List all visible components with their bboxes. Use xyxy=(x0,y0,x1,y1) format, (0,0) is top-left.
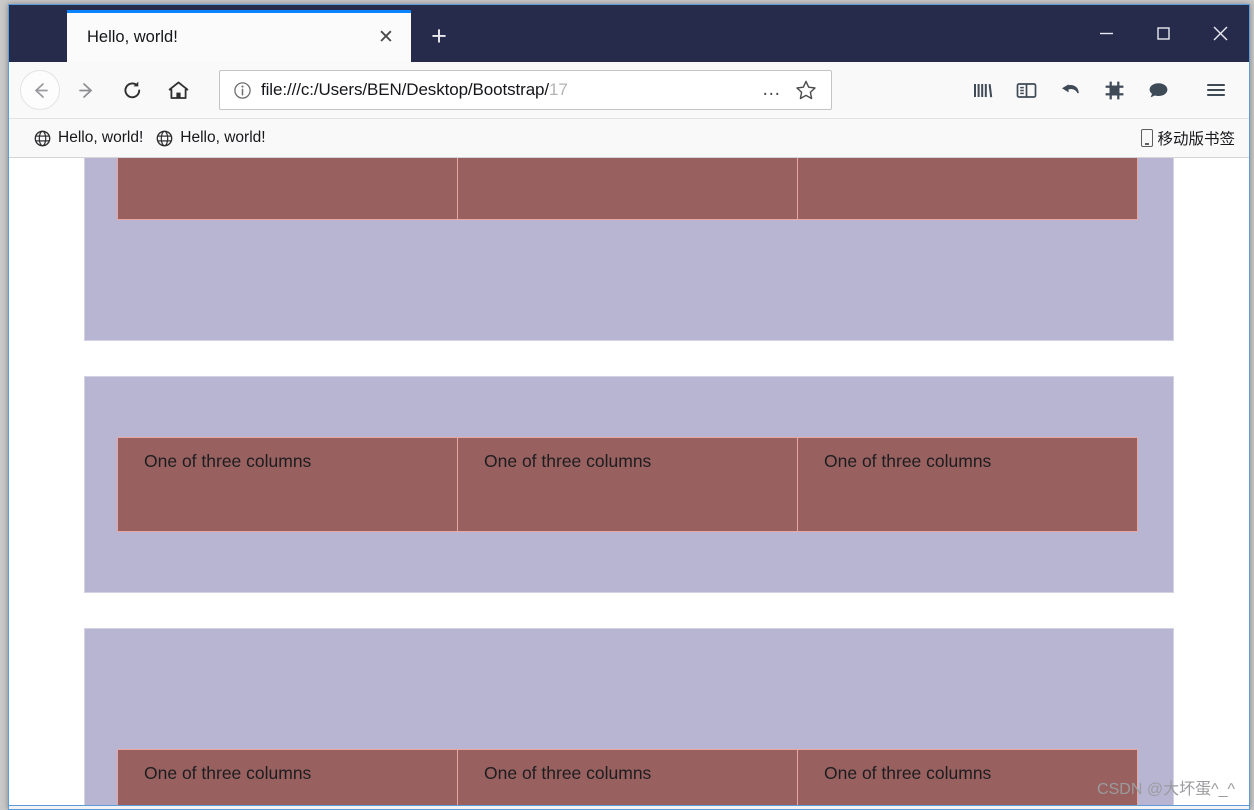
screenshot-icon[interactable] xyxy=(1092,70,1136,110)
globe-icon xyxy=(155,129,174,148)
grid-column: One of three columns xyxy=(117,158,458,220)
grid-column: One of three columns xyxy=(797,437,1138,532)
mobile-bookmarks-folder[interactable]: 移动版书签 xyxy=(1141,127,1241,149)
menu-icon[interactable] xyxy=(1194,70,1238,110)
grid-row-align-end: One of three columns One of three column… xyxy=(84,628,1174,805)
toolbar-right-group xyxy=(960,70,1238,110)
globe-icon xyxy=(33,129,52,148)
bookmarks-toolbar: Hello, world! Hello, world! 移动版书签 xyxy=(9,119,1249,158)
pocket-icon[interactable] xyxy=(1136,70,1180,110)
back-button[interactable] xyxy=(20,70,60,110)
browser-window: Hello, world! ✕ + file:///c:/Users/BEN/D… xyxy=(8,4,1250,810)
tab-hello-world[interactable]: Hello, world! ✕ xyxy=(67,10,411,62)
maximize-button[interactable] xyxy=(1135,5,1192,61)
reload-button[interactable] xyxy=(112,70,152,110)
page-content: One of three columns One of three column… xyxy=(9,158,1249,805)
window-controls xyxy=(1078,5,1249,62)
url-visible-part: file:///c:/Users/BEN/Desktop/Bootstrap/ xyxy=(261,80,550,99)
forward-button[interactable] xyxy=(66,70,106,110)
bookmarks-right-group: 移动版书签 xyxy=(1141,127,1241,149)
library-icon[interactable] xyxy=(960,70,1004,110)
grid-column: One of three columns xyxy=(457,437,798,532)
desktop-background: Hello, world! ✕ + file:///c:/Users/BEN/D… xyxy=(0,0,1254,810)
bookmark-item-2[interactable]: Hello, world! xyxy=(151,126,273,151)
phone-icon xyxy=(1141,129,1154,147)
url-truncated-part: 17 xyxy=(549,80,568,99)
title-bar: Hello, world! ✕ + xyxy=(9,5,1249,62)
grid-column: One of three columns xyxy=(117,437,458,532)
mobile-bookmarks-label: 移动版书签 xyxy=(1157,131,1235,148)
tab-strip: Hello, world! ✕ + xyxy=(9,5,1078,62)
undo-icon[interactable] xyxy=(1048,70,1092,110)
grid-column: One of three columns xyxy=(797,158,1138,220)
grid-row-align-center: One of three columns One of three column… xyxy=(84,376,1174,593)
url-bar[interactable]: file:///c:/Users/BEN/Desktop/Bootstrap/1… xyxy=(219,70,832,110)
url-input[interactable]: file:///c:/Users/BEN/Desktop/Bootstrap/1… xyxy=(255,80,755,100)
close-button[interactable] xyxy=(1192,5,1249,61)
navigation-toolbar: file:///c:/Users/BEN/Desktop/Bootstrap/1… xyxy=(9,62,1249,119)
tabstrip-left-spacer xyxy=(9,5,67,62)
home-button[interactable] xyxy=(158,70,198,110)
grid-column: One of three columns xyxy=(117,749,458,805)
window-bottom-edge xyxy=(9,805,1249,809)
bookmark-star-icon[interactable] xyxy=(789,75,823,105)
minimize-button[interactable] xyxy=(1078,5,1135,61)
page-viewport[interactable]: One of three columns One of three column… xyxy=(9,158,1249,805)
info-icon[interactable] xyxy=(229,77,255,103)
grid-column: One of three columns xyxy=(797,749,1138,805)
sidebar-icon[interactable] xyxy=(1004,70,1048,110)
grid-column: One of three columns xyxy=(457,158,798,220)
watermark: CSDN @大坏蛋^_^ xyxy=(1097,781,1235,798)
bookmark-item-1[interactable]: Hello, world! xyxy=(29,126,151,151)
bookmark-label: Hello, world! xyxy=(58,129,144,146)
tab-close-icon[interactable]: ✕ xyxy=(371,23,401,53)
grid-column: One of three columns xyxy=(457,749,798,805)
bookmark-label: Hello, world! xyxy=(180,129,266,146)
tab-title: Hello, world! xyxy=(87,28,178,46)
page-actions-icon[interactable]: … xyxy=(755,75,789,105)
grid-row-align-start: One of three columns One of three column… xyxy=(84,158,1174,341)
new-tab-button[interactable]: + xyxy=(411,10,467,62)
